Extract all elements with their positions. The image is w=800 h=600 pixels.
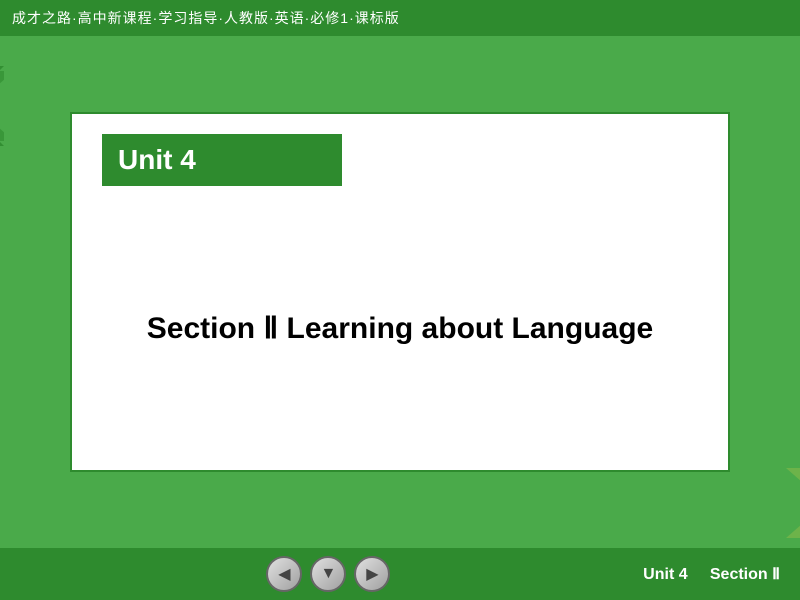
footer-unit-text: Unit 4 bbox=[643, 566, 687, 583]
unit-title-bar: Unit 4 bbox=[102, 134, 342, 186]
nav-prev-icon: ◀ bbox=[278, 564, 290, 584]
section-title: Section Ⅱ Learning about Language bbox=[147, 311, 653, 346]
nav-buttons: ◀ ▼ ▶ bbox=[266, 556, 390, 592]
nav-home-icon: ▼ bbox=[320, 565, 336, 583]
footer-bar: ◀ ▼ ▶ Unit 4 Section Ⅱ bbox=[0, 548, 800, 600]
footer-section-text: Section Ⅱ bbox=[710, 566, 780, 583]
section-area: Section Ⅱ Learning about Language bbox=[72, 186, 728, 470]
content-card: Unit 4 Section Ⅱ Learning about Language bbox=[70, 112, 730, 472]
left-chevrons-icon bbox=[0, 66, 4, 146]
right-chevrons-icon bbox=[786, 468, 800, 538]
nav-prev-button[interactable]: ◀ bbox=[266, 556, 302, 592]
main-content: Unit 4 Section Ⅱ Learning about Language bbox=[0, 36, 800, 548]
left-decorations bbox=[0, 66, 4, 146]
footer-spacer-text bbox=[692, 566, 705, 583]
nav-next-icon: ▶ bbox=[366, 564, 378, 584]
footer-nav-text: Unit 4 Section Ⅱ bbox=[643, 564, 780, 584]
nav-next-button[interactable]: ▶ bbox=[354, 556, 390, 592]
unit-label: Unit 4 bbox=[118, 144, 196, 176]
header-bar: 成才之路·高中新课程·学习指导·人教版·英语·必修1·课标版 bbox=[0, 0, 800, 36]
nav-home-button[interactable]: ▼ bbox=[310, 556, 346, 592]
right-decorations bbox=[786, 468, 800, 538]
screen: 成才之路·高中新课程·学习指导·人教版·英语·必修1·课标版 Unit 4 Se… bbox=[0, 0, 800, 600]
header-title: 成才之路·高中新课程·学习指导·人教版·英语·必修1·课标版 bbox=[12, 8, 400, 28]
